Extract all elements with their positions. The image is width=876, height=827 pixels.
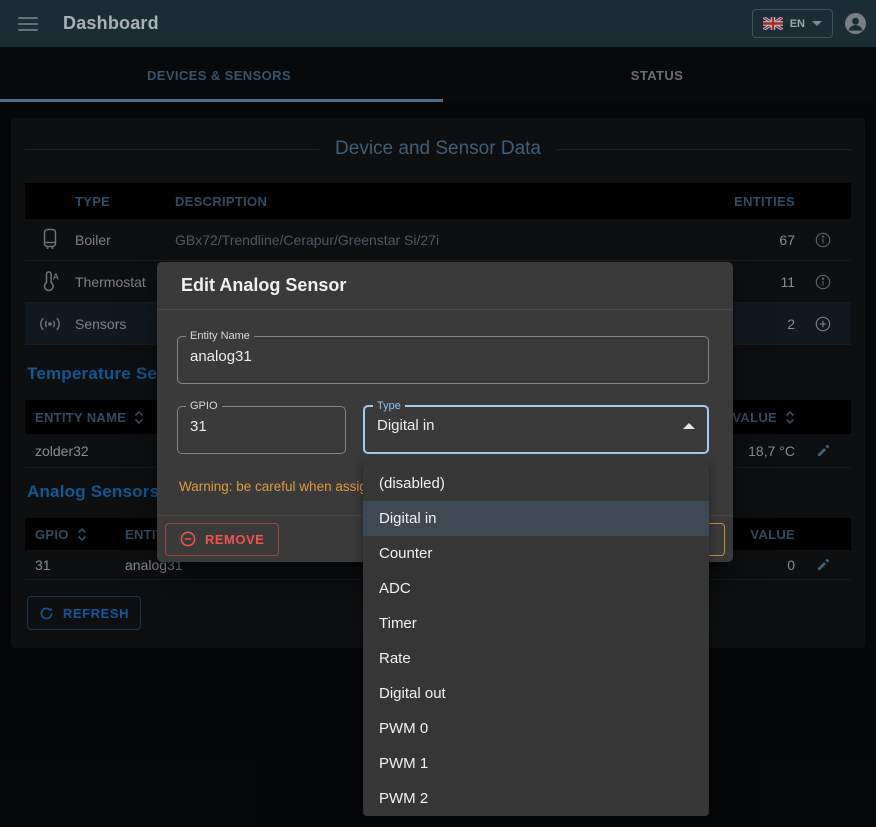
dropdown-option-counter[interactable]: Counter [363, 536, 709, 571]
remove-button[interactable]: REMOVE [165, 523, 279, 556]
type-select-field[interactable]: Type Digital in [363, 400, 709, 454]
gpio-value[interactable]: 31 [178, 412, 345, 447]
dropdown-option-pwm-0[interactable]: PWM 0 [363, 711, 709, 746]
chevron-up-icon [683, 423, 695, 429]
entity-name-field[interactable]: Entity Name analog31 [177, 330, 709, 384]
dropdown-option-digital-out[interactable]: Digital out [363, 676, 709, 711]
entity-name-label: Entity Name [186, 330, 254, 342]
dropdown-option-rate[interactable]: Rate [363, 641, 709, 676]
dropdown-option-timer[interactable]: Timer [363, 606, 709, 641]
dialog-title: Edit Analog Sensor [181, 275, 346, 296]
type-dropdown-menu: (disabled) Digital in Counter ADC Timer … [363, 458, 709, 816]
dialog-header: Edit Analog Sensor [157, 262, 733, 310]
type-selected-value: Digital in [377, 417, 435, 434]
dropdown-option-pwm-2[interactable]: PWM 2 [363, 781, 709, 816]
dropdown-option-adc[interactable]: ADC [363, 571, 709, 606]
dropdown-option-digital-in[interactable]: Digital in [363, 501, 709, 536]
dropdown-option-pwm-1[interactable]: PWM 1 [363, 746, 709, 781]
type-label: Type [373, 400, 405, 412]
remove-circle-icon [180, 531, 196, 547]
gpio-label: GPIO [186, 400, 222, 412]
entity-name-value[interactable]: analog31 [178, 342, 708, 377]
dashboard-screen: Dashboard EN [0, 0, 876, 827]
gpio-field[interactable]: GPIO 31 [177, 400, 346, 454]
dropdown-option-disabled[interactable]: (disabled) [363, 466, 709, 501]
gpio-warning-text: Warning: be careful when assig [179, 479, 367, 494]
